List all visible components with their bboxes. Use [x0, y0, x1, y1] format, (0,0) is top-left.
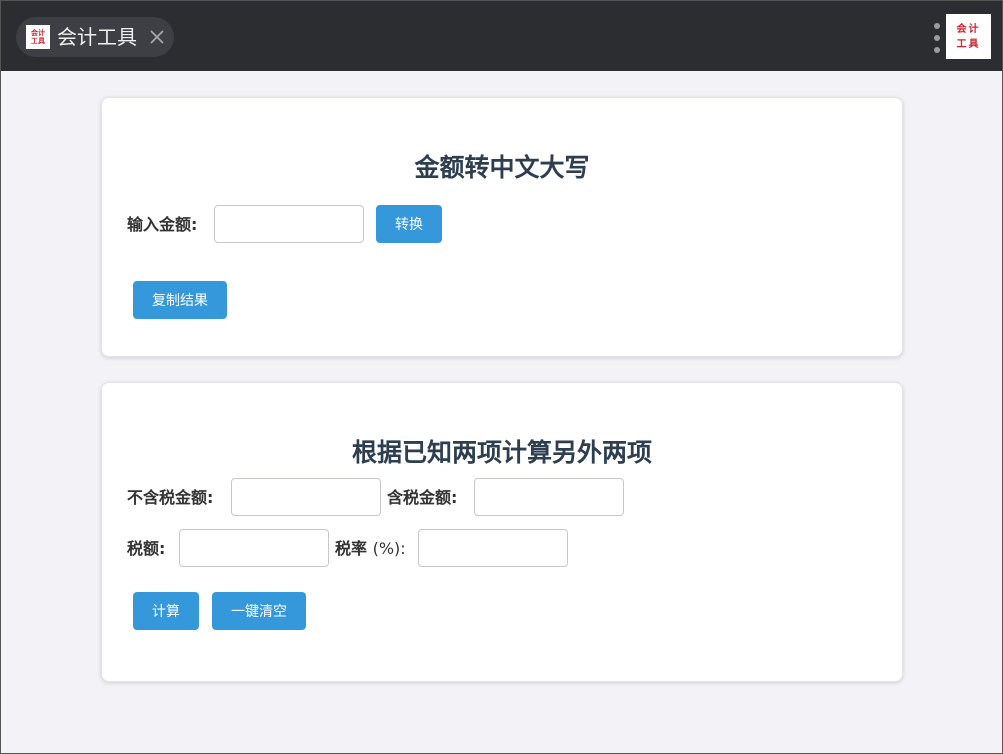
amount-excl-tax-label: 不含税金额: [127, 488, 214, 507]
app-logo-text-2: 工具 [956, 38, 981, 50]
app-logo: 会计 工具 [946, 14, 991, 59]
convert-button[interactable]: 转换 [376, 205, 442, 243]
main-content: 金额转中文大写 输入金额: 转换 复制结果 根据已知两项计算另外两项 不含税金额… [1, 71, 1002, 753]
tax-calculator-card: 根据已知两项计算另外两项 不含税金额: 含税金额: 税额: 税率 (%): 计算… [101, 382, 903, 682]
amount-input-label: 输入金额: [127, 215, 198, 234]
tax-amount-label: 税额: [127, 539, 166, 558]
tax-rate-label-main: 税率 [335, 539, 368, 558]
tax-rate-input[interactable] [418, 529, 568, 567]
amount-input[interactable] [214, 205, 364, 243]
copy-result-button[interactable]: 复制结果 [133, 281, 227, 319]
amount-excl-tax-input[interactable] [231, 478, 381, 516]
tab-title: 会计工具 [57, 25, 137, 49]
app-logo-text-1: 会计 [956, 23, 981, 35]
title-bar: 会计 工具 会计工具 会计 工具 [1, 1, 1002, 71]
clear-all-button[interactable]: 一键清空 [212, 592, 306, 630]
app-tab[interactable]: 会计 工具 会计工具 [16, 17, 174, 57]
more-menu-icon[interactable] [931, 23, 943, 53]
tax-amount-input[interactable] [179, 529, 329, 567]
tab-icon-text-1: 会计 [31, 29, 45, 37]
tax-rate-label: 税率 (%): [335, 539, 406, 559]
close-icon[interactable] [146, 26, 168, 48]
calculate-button[interactable]: 计算 [133, 592, 199, 630]
tax-calculator-title: 根据已知两项计算另外两项 [351, 438, 652, 467]
amount-incl-tax-label: 含税金额: [387, 488, 458, 507]
amount-incl-tax-input[interactable] [474, 478, 624, 516]
amount-to-chinese-title: 金额转中文大写 [414, 153, 590, 182]
app-window: 会计 工具 会计工具 会计 工具 金额转中文大写 输入金额: 转换 复制结果 根… [0, 0, 1003, 754]
amount-to-chinese-card: 金额转中文大写 输入金额: 转换 复制结果 [101, 97, 903, 357]
tab-icon-text-2: 工具 [31, 37, 45, 45]
tab-app-icon: 会计 工具 [26, 25, 50, 49]
tax-rate-label-unit: (%): [372, 539, 406, 558]
